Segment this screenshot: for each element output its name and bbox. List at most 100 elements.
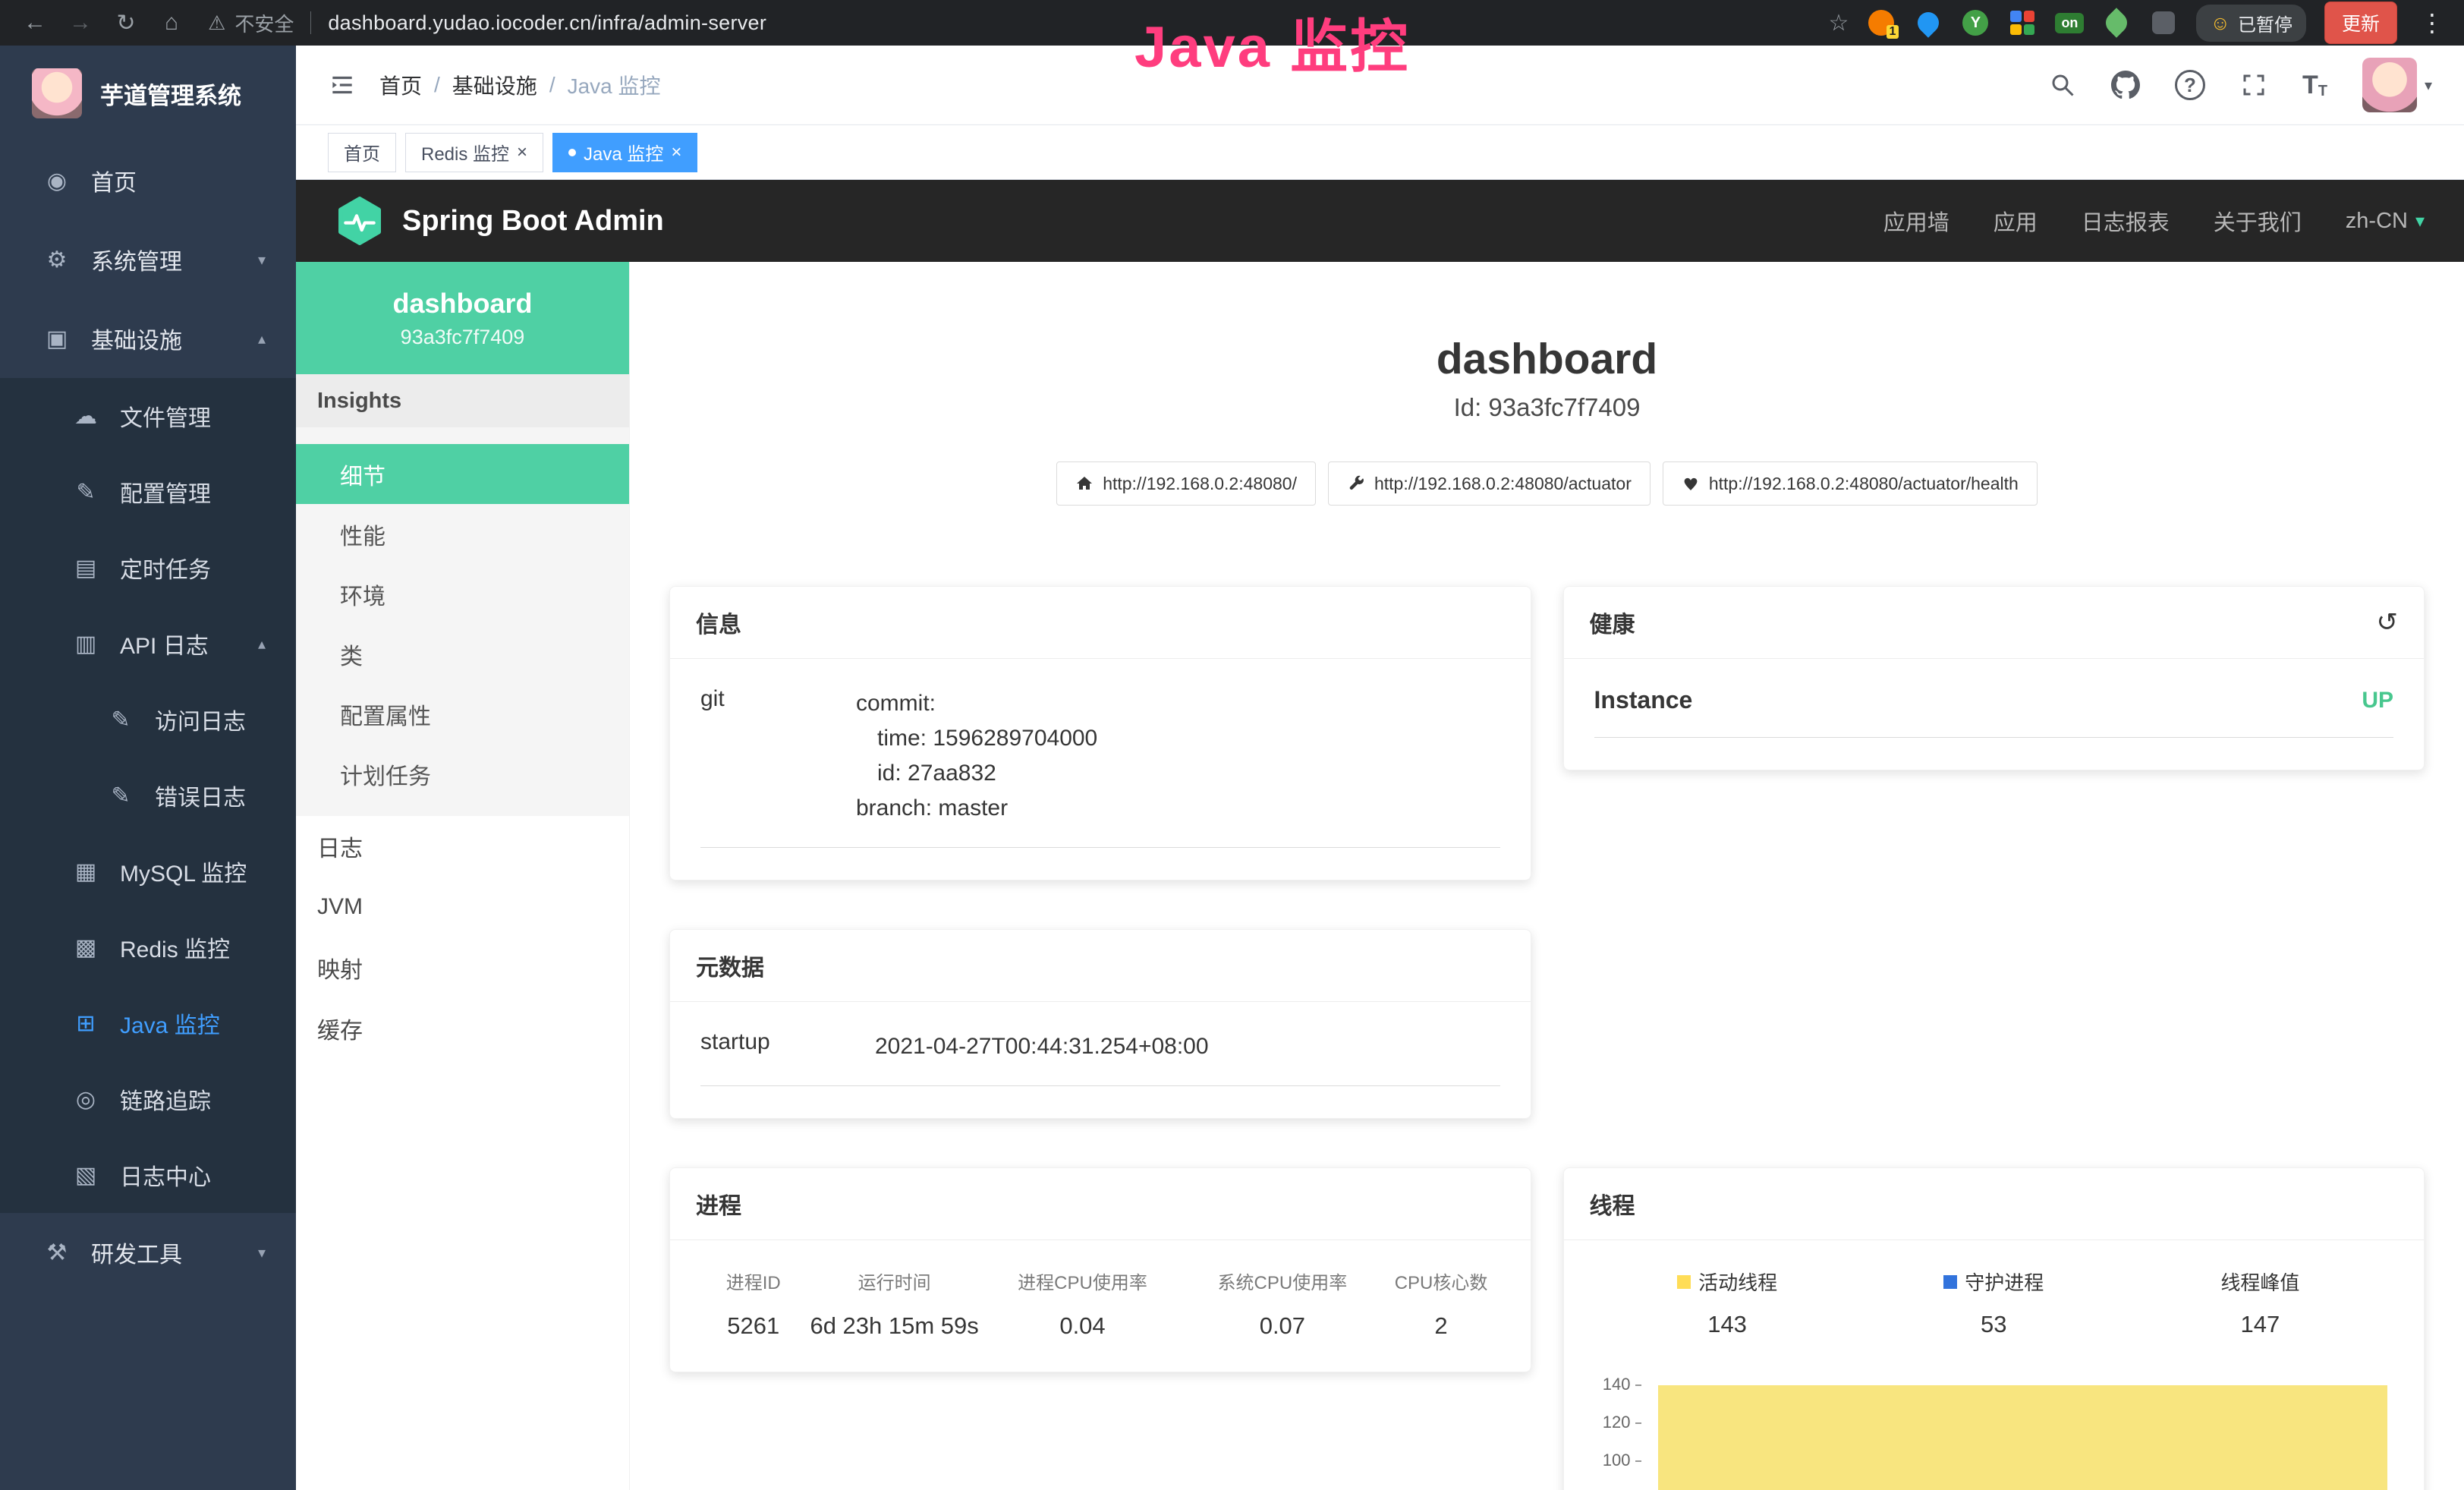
- user-avatar[interactable]: ▾: [2362, 58, 2432, 112]
- sidebar-item-config-manage[interactable]: ✎ 配置管理: [0, 454, 296, 530]
- threads-legend: 活动线程 守护进程 线程峰值 143: [1594, 1268, 2394, 1338]
- bookmark-star-icon[interactable]: ☆: [1829, 10, 1849, 36]
- sba-locale-select[interactable]: zh-CN ▾: [2346, 209, 2425, 234]
- legend-label: 活动线程: [1698, 1268, 1777, 1296]
- java-monitor-icon: ⊞: [71, 1010, 100, 1037]
- actuator-url-label: http://192.168.0.2:48080/actuator: [1374, 474, 1632, 494]
- dark-shape: [2152, 11, 2175, 34]
- sba-main: dashboard Id: 93a3fc7f7409 http://192.16…: [630, 262, 2464, 1490]
- ext-dark-icon[interactable]: [2149, 8, 2178, 37]
- site-security[interactable]: ⚠ 不安全: [208, 9, 294, 37]
- grid-shape: [2010, 11, 2034, 35]
- git-row: git commit: time: 1596289704000 id: 27aa…: [700, 686, 1500, 848]
- address-bar[interactable]: dashboard.yudao.iocoder.cn/infra/admin-s…: [328, 11, 766, 35]
- process-card-title: 进程: [696, 1187, 741, 1221]
- process-card-header: 进程: [670, 1168, 1531, 1240]
- tab-home[interactable]: 首页: [328, 133, 396, 172]
- app-logo[interactable]: 芋道管理系统: [0, 46, 296, 141]
- hamburger-icon[interactable]: [328, 71, 357, 99]
- sidebar-item-infra[interactable]: ▣ 基础设施 ▴: [0, 299, 296, 378]
- sba-brand[interactable]: Spring Boot Admin: [335, 197, 664, 245]
- help-icon[interactable]: ?: [2175, 70, 2205, 100]
- sba-menu-environment[interactable]: 环境: [296, 564, 629, 624]
- browser-menu-icon[interactable]: ⋮: [2415, 8, 2449, 37]
- ext-drop-icon[interactable]: [1914, 8, 1943, 37]
- sidebar-item-error-log[interactable]: ✎ 错误日志: [0, 758, 296, 833]
- sidebar-item-label: MySQL 监控: [120, 855, 247, 888]
- sba-nav-journal[interactable]: 日志报表: [2082, 205, 2170, 237]
- github-icon[interactable]: [2111, 71, 2140, 99]
- doc-icon: ✎: [106, 783, 135, 809]
- sba-logo-icon: [335, 197, 384, 245]
- tab-java-monitor[interactable]: Java 监控 ×: [552, 133, 697, 172]
- sidebar-item-log-center[interactable]: ▧ 日志中心: [0, 1137, 296, 1213]
- sidebar-item-dev-tools[interactable]: ⚒ 研发工具 ▾: [0, 1213, 296, 1292]
- sba-nav-applications[interactable]: 应用: [1994, 205, 2038, 237]
- trace-icon: ◎: [71, 1086, 100, 1113]
- sidebar-item-scheduled-jobs[interactable]: ▤ 定时任务: [0, 530, 296, 606]
- wrench-icon: [1347, 474, 1365, 493]
- app-header: 首页 / 基础设施 / Java 监控: [296, 46, 2464, 124]
- sidebar-item-label: 访问日志: [155, 703, 246, 736]
- reload-icon[interactable]: ↻: [106, 10, 146, 36]
- sidebar-item-access-log[interactable]: ✎ 访问日志: [0, 682, 296, 758]
- info-card-header: 信息: [670, 587, 1531, 659]
- sba-menu-details[interactable]: 细节: [296, 444, 629, 504]
- sba-menu-logs[interactable]: 日志: [296, 816, 629, 877]
- back-icon[interactable]: ←: [15, 10, 55, 36]
- sidebar-item-redis-monitor[interactable]: ▩ Redis 监控: [0, 909, 296, 985]
- sidebar-item-system[interactable]: ⚙ 系统管理 ▾: [0, 220, 296, 299]
- sba-menu-scheduled-tasks[interactable]: 计划任务: [296, 744, 629, 804]
- sidebar-item-api-log[interactable]: ▥ API 日志 ▴: [0, 606, 296, 682]
- process-card: 进程 进程ID 运行时间 进程CPU使用率 系统CPU使用率 CPU核心数 52…: [669, 1167, 1531, 1372]
- forward-icon[interactable]: →: [61, 10, 100, 36]
- ext-blocker-icon[interactable]: 1: [1867, 8, 1896, 37]
- process-col-header: 系统CPU使用率: [1182, 1268, 1382, 1294]
- instance-header[interactable]: dashboard 93a3fc7f7409: [296, 262, 629, 374]
- profile-paused-badge[interactable]: ☺ 已暂停: [2196, 5, 2306, 42]
- ext-grid-icon[interactable]: [2008, 8, 2037, 37]
- breadcrumb-infra[interactable]: 基础设施: [452, 70, 537, 100]
- close-icon[interactable]: ×: [517, 143, 527, 162]
- sba-menu-caches[interactable]: 缓存: [296, 998, 629, 1059]
- update-button[interactable]: 更新: [2324, 2, 2397, 44]
- search-icon[interactable]: [2049, 71, 2076, 99]
- sba-nav-wallboard[interactable]: 应用墙: [1883, 205, 1949, 237]
- breadcrumb-home[interactable]: 首页: [379, 70, 422, 100]
- service-url-button[interactable]: http://192.168.0.2:48080/: [1056, 461, 1316, 506]
- ext-switch-icon[interactable]: on: [2055, 8, 2084, 37]
- font-size-icon[interactable]: T T: [2302, 71, 2327, 100]
- sidebar-item-trace[interactable]: ◎ 链路追踪: [0, 1061, 296, 1137]
- threads-card-body: 活动线程 守护进程 线程峰值 143: [1564, 1240, 2425, 1490]
- health-card: 健康 ↺ Instance UP: [1563, 586, 2425, 770]
- history-icon[interactable]: ↺: [2377, 607, 2399, 638]
- tab-redis-monitor[interactable]: Redis 监控 ×: [405, 133, 543, 172]
- sba-menu-metrics[interactable]: 性能: [296, 504, 629, 564]
- fullscreen-icon[interactable]: [2240, 71, 2267, 99]
- browser-chrome: ← → ↻ ⌂ ⚠ 不安全 dashboard.yudao.iocoder.cn…: [0, 0, 2464, 46]
- ext-y-icon[interactable]: Y: [1961, 8, 1990, 37]
- log-center-icon: ▧: [71, 1162, 100, 1189]
- sba-menu-jvm[interactable]: JVM: [296, 877, 629, 937]
- ext-leaf-icon[interactable]: [2102, 8, 2131, 37]
- caret-down-icon: ▾: [2415, 210, 2425, 232]
- live-threads-area: [1658, 1385, 2388, 1490]
- sba-menu-classes[interactable]: 类: [296, 624, 629, 684]
- sidebar-item-home[interactable]: ◉ 首页: [0, 141, 296, 220]
- y-tick: 100: [1594, 1451, 1641, 1470]
- sba-nav-about[interactable]: 关于我们: [2214, 205, 2302, 237]
- sidebar-item-mysql-monitor[interactable]: ▦ MySQL 监控: [0, 833, 296, 909]
- home-icon[interactable]: ⌂: [152, 10, 191, 36]
- git-time-line: time: 1596289704000: [856, 721, 1097, 756]
- sba-menu-config-props[interactable]: 配置属性: [296, 684, 629, 744]
- close-icon[interactable]: ×: [671, 143, 681, 162]
- monitor-icon: ▣: [42, 326, 71, 352]
- info-card: 信息 git commit: time: 1596289704000 id: 2…: [669, 586, 1531, 880]
- threads-card-title: 线程: [1590, 1187, 1635, 1221]
- sidebar-item-file-manage[interactable]: ☁ 文件管理: [0, 378, 296, 454]
- git-id-line: id: 27aa832: [856, 756, 1097, 791]
- health-url-button[interactable]: http://192.168.0.2:48080/actuator/health: [1663, 461, 2038, 506]
- sba-menu-mappings[interactable]: 映射: [296, 937, 629, 998]
- actuator-url-button[interactable]: http://192.168.0.2:48080/actuator: [1328, 461, 1651, 506]
- sidebar-item-java-monitor[interactable]: ⊞ Java 监控: [0, 985, 296, 1061]
